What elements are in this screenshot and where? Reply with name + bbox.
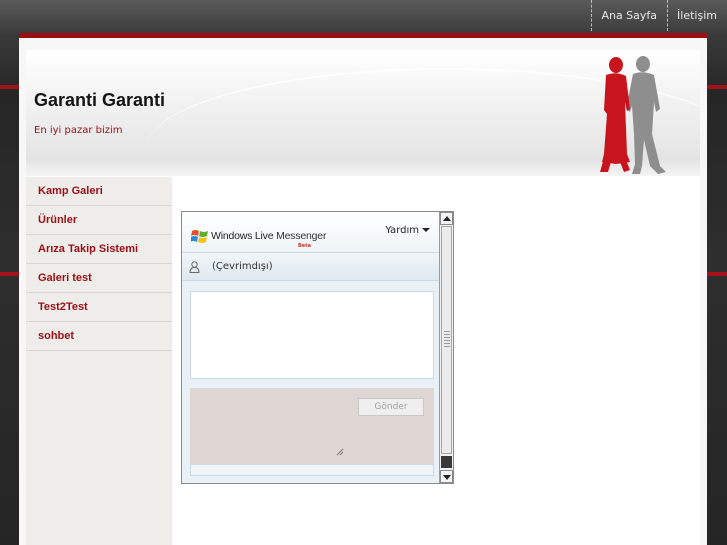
chevron-down-icon [422, 228, 430, 232]
left-red-stripe-lower [0, 272, 19, 276]
windows-live-messenger-logo: Windows Live Messenger [191, 228, 326, 244]
page-inner: Garanti Garanti En iyi pazar bizim Kamp … [26, 50, 700, 545]
messenger-panel: Windows Live Messenger Beta Yardım (Çevr… [182, 212, 440, 483]
status-text: (Çevrimdışı) [212, 261, 273, 272]
conversation-area [190, 291, 434, 379]
messenger-status-bar: (Çevrimdışı) [182, 253, 440, 281]
sidebar: Kamp Galeri Ürünler Arıza Takip Sistemi … [26, 177, 172, 545]
sidebar-item-kamp-galeri[interactable]: Kamp Galeri [26, 177, 172, 206]
resize-grip-icon[interactable] [336, 448, 344, 456]
messenger-footer [190, 464, 434, 476]
scrollbar-thumb[interactable] [441, 226, 452, 454]
messenger-widget: Windows Live Messenger Beta Yardım (Çevr… [181, 211, 454, 484]
sidebar-item-sohbet[interactable]: sohbet [26, 322, 172, 351]
site-title[interactable]: Garanti Garanti [34, 90, 165, 111]
grip-icon [444, 331, 450, 347]
page-container: Garanti Garanti En iyi pazar bizim Kamp … [19, 33, 707, 545]
right-red-stripe-lower [707, 272, 727, 276]
site-slogan: En iyi pazar bizim [34, 125, 123, 136]
main-content: Windows Live Messenger Beta Yardım (Çevr… [172, 177, 700, 545]
help-label: Yardım [385, 225, 419, 236]
help-menu[interactable]: Yardım [385, 225, 430, 236]
left-red-stripe [0, 85, 19, 89]
sidebar-item-galeri-test[interactable]: Galeri test [26, 264, 172, 293]
sidebar-item-test2test[interactable]: Test2Test [26, 293, 172, 322]
windows-flag-icon [191, 230, 208, 243]
scrollbar-track-end [441, 456, 452, 468]
site-header: Garanti Garanti En iyi pazar bizim [26, 50, 700, 176]
sidebar-item-ariza-takip[interactable]: Arıza Takip Sistemi [26, 235, 172, 264]
nav-link-contact[interactable]: İletişim [667, 0, 727, 31]
beta-badge: Beta [298, 243, 311, 249]
message-input-area[interactable]: Gönder [190, 388, 434, 464]
sidebar-item-urunler[interactable]: Ürünler [26, 206, 172, 235]
arrow-up-icon [443, 216, 451, 221]
vertical-scrollbar[interactable] [439, 212, 453, 483]
send-button[interactable]: Gönder [358, 398, 424, 416]
messenger-brand: Windows Live [211, 230, 274, 242]
nav-link-home[interactable]: Ana Sayfa [591, 0, 667, 31]
couple-silhouette-logo [600, 56, 666, 174]
messenger-header: Windows Live Messenger Beta Yardım [182, 212, 440, 253]
arrow-down-icon [443, 475, 451, 480]
top-navigation: Ana Sayfa İletişim [591, 0, 727, 31]
user-icon [189, 261, 200, 273]
messenger-brand-product: Messenger [276, 230, 327, 242]
scroll-up-button[interactable] [440, 212, 453, 225]
scroll-down-button[interactable] [440, 470, 453, 483]
right-red-stripe [707, 85, 727, 89]
